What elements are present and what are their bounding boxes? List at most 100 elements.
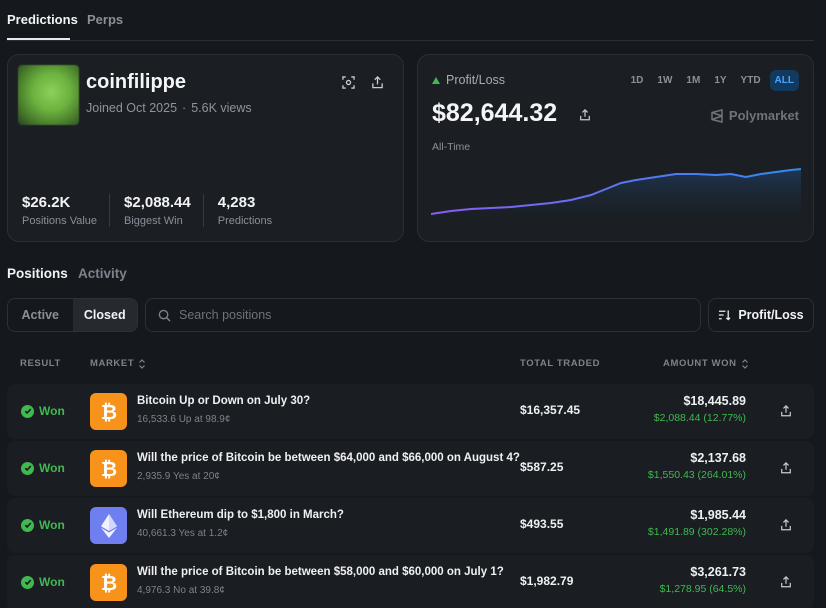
range-1m[interactable]: 1M	[681, 70, 705, 91]
result-label: Won	[39, 461, 65, 475]
filter-active[interactable]: Active	[8, 299, 73, 331]
profit-loss-chart	[431, 168, 801, 223]
svg-text:₿: ₿	[100, 572, 116, 594]
active-tab-indicator	[7, 38, 70, 40]
share-icon[interactable]	[778, 517, 794, 533]
share-icon[interactable]	[778, 574, 794, 590]
table-row[interactable]: Won ₿ Bitcoin Up or Down on July 30? 16,…	[7, 384, 814, 439]
result-badge: Won	[21, 518, 65, 532]
market-title[interactable]: Bitcoin Up or Down on July 30?	[137, 395, 310, 407]
sort-label: Profit/Loss	[738, 308, 804, 322]
total-traded: $16,357.45	[520, 403, 581, 417]
result-badge: Won	[21, 404, 65, 418]
period-label: All-Time	[432, 141, 471, 153]
ethereum-icon	[90, 507, 127, 544]
amount-won: $3,261.73 $1,278.95 (64.5%)	[660, 565, 746, 595]
bitcoin-icon: ₿	[90, 564, 127, 601]
market-title[interactable]: Will the price of Bitcoin be between $58…	[137, 566, 504, 578]
market-position: 2,935.9 Yes at 20¢	[137, 471, 220, 482]
stat-value: $26.2K	[22, 194, 71, 211]
status-filter: Active Closed	[7, 298, 138, 332]
bitcoin-icon: ₿	[90, 393, 127, 430]
profit-gain: $2,088.44 (12.77%)	[653, 412, 746, 424]
search-icon	[158, 309, 171, 322]
share-icon[interactable]	[778, 403, 794, 419]
amount-won-value: $1,985.44	[690, 508, 746, 522]
scan-icon[interactable]	[338, 72, 358, 92]
sort-button[interactable]: Profit/Loss	[708, 298, 814, 332]
brand-name: Polymarket	[728, 108, 799, 123]
range-1d[interactable]: 1D	[626, 70, 649, 91]
share-icon[interactable]	[778, 460, 794, 476]
profit-loss-card: Profit/Loss 1D 1W 1M 1Y YTD ALL $82,644.…	[417, 54, 814, 242]
amount-won: $1,985.44 $1,491.89 (302.28%)	[648, 508, 746, 538]
avatar	[18, 65, 79, 125]
result-badge: Won	[21, 461, 65, 475]
time-range-selector: 1D 1W 1M 1Y YTD ALL	[626, 70, 799, 91]
stat-value: $2,088.44	[124, 194, 191, 211]
profit-gain: $1,491.89 (302.28%)	[647, 526, 746, 538]
search-box	[145, 298, 701, 332]
tab-positions[interactable]: Positions	[7, 266, 68, 281]
separator-dot: ·	[182, 101, 187, 115]
amount-won: $18,445.89 $2,088.44 (12.77%)	[654, 394, 746, 424]
svg-text:₿: ₿	[100, 458, 116, 480]
market-title[interactable]: Will Ethereum dip to $1,800 in March?	[137, 509, 344, 521]
stat-label: Biggest Win	[124, 215, 183, 227]
check-icon	[21, 575, 34, 589]
profit-loss-title: Profit/Loss	[446, 73, 506, 87]
view-count: 5.6K views	[191, 101, 252, 115]
profit-loss-value: $82,644.32	[432, 99, 557, 128]
check-icon	[21, 404, 34, 418]
profile-card: coinfilippe Joined Oct 2025 · 5.6K views $…	[7, 54, 404, 242]
range-1y[interactable]: 1Y	[709, 70, 731, 91]
table-row[interactable]: Won Will Ethereum dip to $1,800 in March…	[7, 498, 814, 553]
stat-label: Predictions	[217, 215, 273, 227]
tab-perps[interactable]: Perps	[87, 12, 123, 27]
table-row[interactable]: Won ₿ Will the price of Bitcoin be betwe…	[7, 555, 814, 608]
total-traded: $1,982.79	[520, 574, 574, 588]
svg-text:₿: ₿	[100, 401, 116, 423]
polymarket-brand: Polymarket	[710, 108, 799, 123]
share-icon[interactable]	[575, 105, 595, 125]
range-all[interactable]: ALL	[769, 70, 799, 91]
check-icon	[21, 518, 34, 532]
result-label: Won	[39, 575, 65, 589]
result-badge: Won	[21, 575, 65, 589]
header-amount-won[interactable]: AMOUNT WON	[663, 358, 749, 369]
username: coinfilippe	[86, 71, 186, 93]
filter-closed[interactable]: Closed	[72, 299, 137, 331]
joined-date: Joined Oct 2025	[86, 101, 178, 115]
tab-predictions[interactable]: Predictions	[7, 12, 78, 27]
amount-won: $2,137.68 $1,550.43 (264.01%)	[648, 451, 746, 481]
sort-arrows-icon	[139, 358, 146, 369]
header-market[interactable]: MARKET	[90, 358, 146, 369]
bitcoin-icon: ₿	[90, 450, 127, 487]
table-row[interactable]: Won ₿ Will the price of Bitcoin be betwe…	[7, 441, 814, 496]
stat-biggest-win: $2,088.44 Biggest Win	[124, 194, 204, 227]
header-amount-won-label: AMOUNT WON	[663, 358, 737, 369]
header-total-traded: TOTAL TRADED	[520, 358, 601, 369]
market-position: 16,533.6 Up at 98.9¢	[137, 414, 231, 425]
trend-up-icon	[432, 76, 440, 84]
profit-gain: $1,550.43 (264.01%)	[647, 469, 746, 481]
profile-stats: $26.2K Positions Value $2,088.44 Biggest…	[22, 194, 298, 227]
header-result: RESULT	[20, 358, 61, 369]
market-position: 4,976.3 No at 39.8¢	[137, 585, 225, 596]
result-label: Won	[39, 404, 65, 418]
stat-positions-value: $26.2K Positions Value	[22, 194, 111, 227]
share-icon[interactable]	[367, 72, 387, 92]
range-1w[interactable]: 1W	[652, 70, 677, 91]
profit-loss-amount: $82,644.32	[432, 99, 558, 127]
profit-gain: $1,278.95 (64.5%)	[659, 583, 746, 595]
check-icon	[21, 461, 34, 475]
market-position: 40,661.3 Yes at 1.2¢	[137, 528, 229, 539]
header-market-label: MARKET	[90, 358, 135, 369]
tab-activity[interactable]: Activity	[78, 266, 127, 281]
market-title[interactable]: Will the price of Bitcoin be between $64…	[137, 452, 520, 464]
profile-meta: Joined Oct 2025 · 5.6K views	[86, 101, 252, 115]
total-traded: $587.25	[520, 460, 564, 474]
polymarket-logo-icon	[711, 108, 723, 123]
search-input[interactable]	[179, 308, 659, 322]
range-ytd[interactable]: YTD	[736, 70, 766, 91]
